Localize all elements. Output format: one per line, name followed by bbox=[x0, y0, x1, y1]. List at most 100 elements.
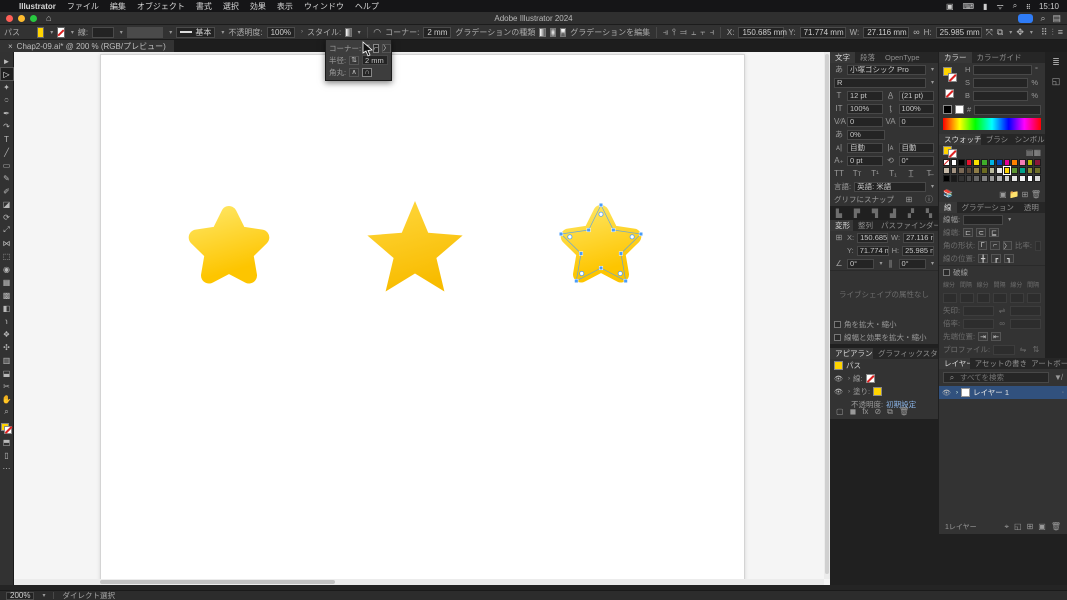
align-outside-stroke-icon[interactable]: ┓ bbox=[1004, 254, 1014, 263]
swatch-cell[interactable] bbox=[1004, 175, 1011, 182]
align-icon-4[interactable]: ▟ bbox=[888, 209, 898, 218]
round-cap-icon[interactable]: ⊂ bbox=[976, 228, 986, 237]
freeform-gradient-icon[interactable] bbox=[560, 28, 566, 37]
screen-mirror-icon[interactable]: ▣ bbox=[946, 2, 954, 11]
battery-icon[interactable]: ▮ bbox=[983, 2, 987, 11]
miter-limit-field[interactable] bbox=[1035, 241, 1041, 251]
tab-swatches[interactable]: スウォッチ bbox=[939, 134, 981, 145]
new-swatch-icon[interactable]: ⊞ bbox=[1022, 190, 1029, 199]
swatch-cell[interactable] bbox=[943, 159, 950, 166]
layers-search-input[interactable] bbox=[960, 373, 1045, 382]
swatch-cell[interactable] bbox=[1027, 167, 1034, 174]
swatch-cell[interactable] bbox=[1004, 167, 1011, 174]
pen-tool[interactable]: ✒ bbox=[1, 107, 13, 119]
gap-field-3[interactable] bbox=[1027, 293, 1041, 303]
tip-inside-icon[interactable]: ⇤ bbox=[991, 332, 1001, 341]
rotate-angle-field[interactable]: 0° bbox=[847, 259, 874, 269]
delete-layer-icon[interactable]: 🗑 bbox=[1051, 522, 1061, 532]
swatch-cell[interactable] bbox=[951, 167, 958, 174]
align-middle-icon[interactable]: ⫟ bbox=[700, 27, 705, 38]
swatch-cell[interactable] bbox=[973, 175, 980, 182]
swatch-cell[interactable] bbox=[973, 167, 980, 174]
visibility-eye-icon-2[interactable]: 👁 bbox=[834, 388, 843, 396]
rounding-absolute-icon[interactable]: ∧ bbox=[349, 68, 359, 77]
swatch-cell[interactable] bbox=[958, 167, 965, 174]
snap-options-icon[interactable]: ⊞ bbox=[904, 195, 914, 204]
document-tab[interactable]: × Chap2-09.ai* @ 200 % (RGB/プレビュー) bbox=[0, 40, 174, 52]
anchor-point[interactable] bbox=[599, 266, 603, 270]
w-field[interactable]: 27.116 mm bbox=[863, 27, 909, 38]
rounding-relative-icon[interactable]: ∩ bbox=[362, 68, 372, 77]
swatch-cell[interactable] bbox=[958, 175, 965, 182]
swatch-cell[interactable] bbox=[943, 167, 950, 174]
swatch-cell[interactable] bbox=[1011, 175, 1018, 182]
corner-widget[interactable] bbox=[580, 271, 584, 275]
stroke-swatch[interactable] bbox=[57, 27, 65, 38]
artboard-tool[interactable]: ⬓ bbox=[1, 367, 13, 379]
menu-clock[interactable]: 15:10 bbox=[1039, 2, 1059, 11]
swatch-cell[interactable] bbox=[981, 159, 988, 166]
align-center-icon[interactable]: ⫯ bbox=[672, 27, 676, 38]
h-field[interactable]: 25.985 mm bbox=[936, 27, 982, 38]
new-stroke-icon[interactable]: ▢ bbox=[836, 407, 844, 417]
zoom-tool[interactable]: ⌕ bbox=[1, 406, 13, 418]
tab-stroke[interactable]: 線 bbox=[939, 202, 957, 213]
rectangle-tool[interactable]: ▭ bbox=[1, 159, 13, 171]
color-spectrum[interactable] bbox=[943, 118, 1041, 130]
shear-angle-field[interactable]: 0° bbox=[899, 259, 926, 269]
tab-symbols[interactable]: シンボル bbox=[1010, 134, 1045, 145]
info-icon[interactable]: ⓘ bbox=[924, 194, 934, 205]
scale-corners-checkbox[interactable] bbox=[834, 321, 841, 328]
new-effect-icon[interactable]: fx bbox=[862, 407, 868, 417]
spotlight-icon[interactable]: ⌕ bbox=[1013, 1, 1017, 11]
flip-across-icon[interactable]: ⇅ bbox=[1031, 345, 1041, 354]
layer-row[interactable]: 👁 › レイヤー 1 ◦ bbox=[939, 386, 1067, 399]
projecting-cap-icon[interactable]: ⊑ bbox=[989, 228, 999, 237]
new-fill-icon[interactable]: ◼ bbox=[850, 407, 857, 417]
paintbrush-tool[interactable]: ✎ bbox=[1, 172, 13, 184]
filter-icon[interactable]: ▼̸ bbox=[1053, 373, 1063, 382]
kerning-field[interactable]: 0 bbox=[847, 117, 883, 127]
tw-field[interactable]: 27.116 mm bbox=[903, 233, 934, 243]
tracking-field[interactable]: 0 bbox=[899, 117, 935, 127]
magic-wand-tool[interactable]: ✦ bbox=[1, 81, 13, 93]
opacity-field[interactable]: 100% bbox=[267, 27, 295, 38]
screen-mode-icon[interactable]: ▯ bbox=[1, 449, 13, 461]
constrain-proportions-icon[interactable]: ∞ bbox=[913, 27, 919, 37]
menu-item-4[interactable]: 書式 bbox=[196, 2, 212, 11]
keyboard-icon[interactable]: ⌨ bbox=[963, 2, 975, 11]
swatch-cell[interactable] bbox=[1011, 167, 1018, 174]
x-field[interactable]: 150.685 mm bbox=[738, 27, 784, 38]
white-proxy[interactable] bbox=[955, 105, 964, 114]
libraries-panel-icon[interactable]: ≣ bbox=[1052, 57, 1060, 68]
language-dropdown[interactable]: 英語: 米語 bbox=[854, 182, 926, 192]
th-field[interactable]: 25.985 mm bbox=[902, 246, 934, 256]
tab-opentype[interactable]: OpenType bbox=[880, 52, 925, 63]
perspective-grid-tool[interactable]: ▦ bbox=[1, 276, 13, 288]
font-size-field[interactable]: 12 pt bbox=[847, 91, 883, 101]
symbol-sprayer-tool[interactable]: ✣ bbox=[1, 341, 13, 353]
align-icon-6[interactable]: ▚ bbox=[924, 209, 934, 218]
search-icon[interactable]: ⌕ bbox=[1040, 13, 1045, 24]
corner-widget[interactable] bbox=[630, 235, 634, 239]
underline-icon[interactable]: T̲ bbox=[906, 169, 916, 178]
new-sublayer-icon[interactable]: ⊞ bbox=[1027, 522, 1034, 532]
anchor-point[interactable] bbox=[587, 228, 591, 232]
tab-color-guide[interactable]: カラーガイド bbox=[972, 52, 1027, 63]
menu-item-6[interactable]: 効果 bbox=[250, 2, 266, 11]
eraser-tool[interactable]: ◪ bbox=[1, 198, 13, 210]
align-icon-5[interactable]: ▞ bbox=[906, 209, 916, 218]
selection-tool[interactable]: ► bbox=[1, 55, 13, 67]
swatch-cell[interactable] bbox=[996, 175, 1003, 182]
tab-character[interactable]: 文字 bbox=[830, 52, 855, 63]
anchor-point[interactable] bbox=[612, 228, 616, 232]
tab-layers[interactable]: レイヤー bbox=[939, 358, 970, 369]
flip-along-icon[interactable]: ⇋ bbox=[1018, 345, 1028, 354]
star-shape-3[interactable] bbox=[569, 213, 634, 275]
swatch-cell[interactable] bbox=[1011, 159, 1018, 166]
tab-pathfinder[interactable]: パスファインダー bbox=[876, 220, 938, 231]
curvature-tool[interactable]: ↷ bbox=[1, 120, 13, 132]
anchor-point[interactable] bbox=[639, 232, 643, 236]
corner-widget[interactable] bbox=[599, 212, 603, 216]
swatch-cell[interactable] bbox=[996, 159, 1003, 166]
